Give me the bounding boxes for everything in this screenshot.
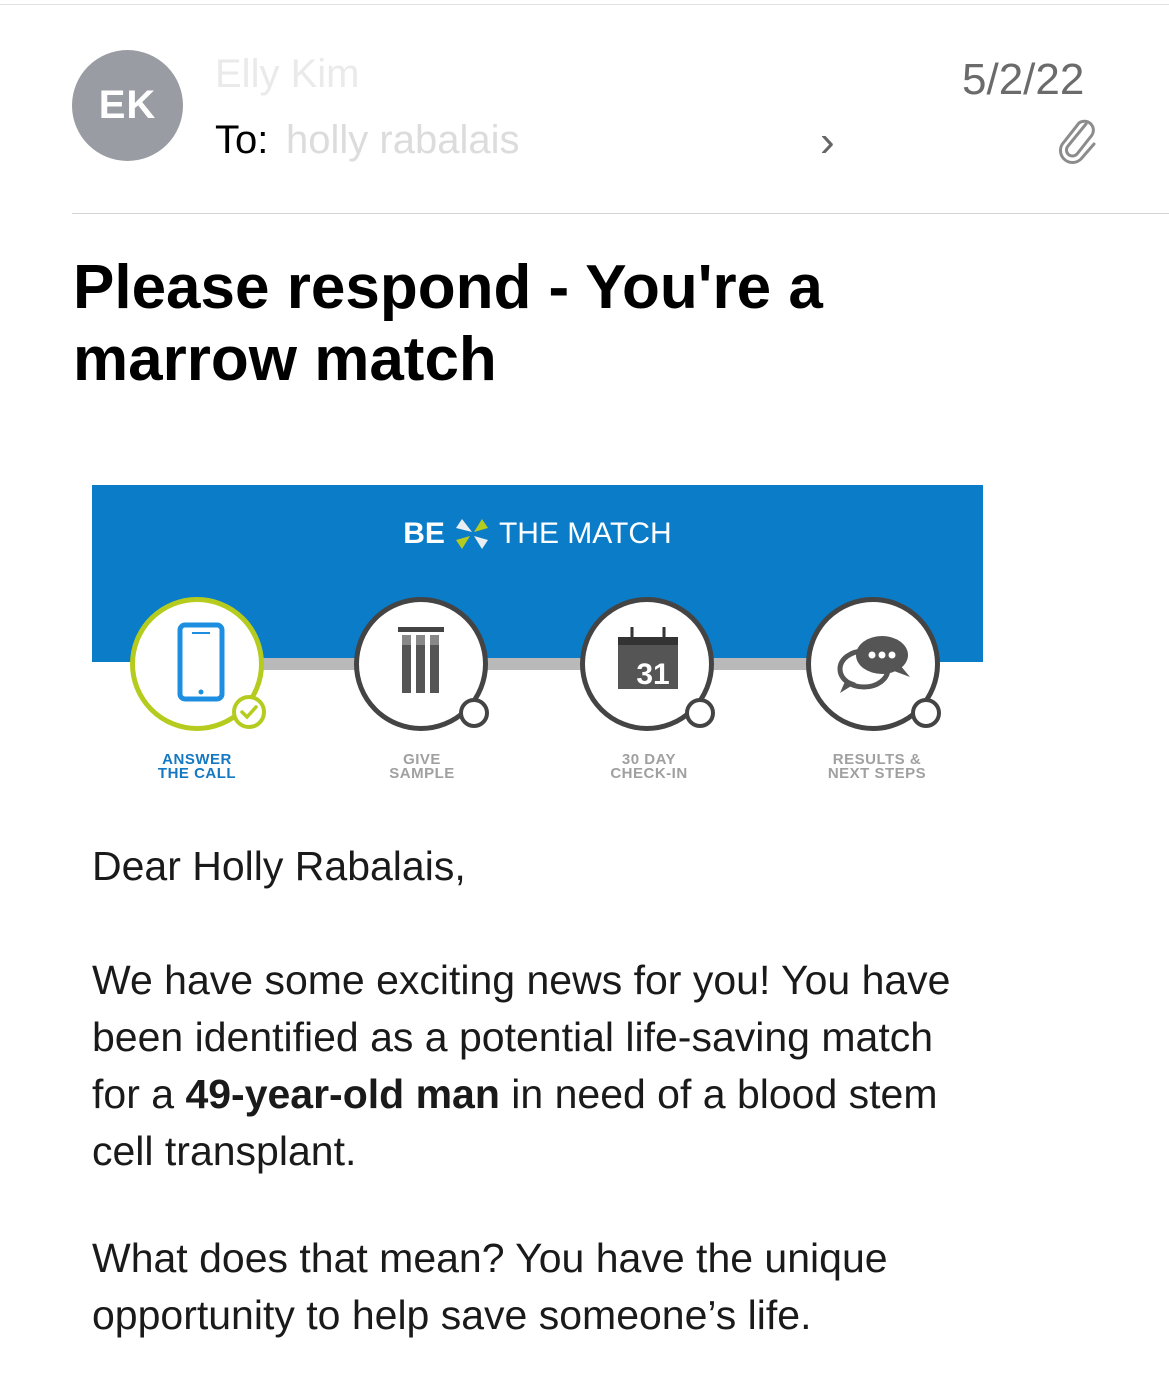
brand-the-match: THE MATCH — [498, 517, 672, 550]
avatar[interactable]: EK — [72, 50, 183, 161]
para1-bold-text: 49-year-old man — [185, 1071, 500, 1117]
step-label-line: NEXT STEPS — [827, 765, 927, 782]
check-badge-icon — [232, 695, 266, 729]
greeting: Dear Holly Rabalais, — [92, 843, 466, 889]
status-dot — [459, 698, 489, 728]
step-label-check-in: 30 DAY CHECK-IN — [564, 752, 734, 782]
step-label-answer: ANSWER THE CALL — [112, 752, 282, 782]
email-subject: Please respond - You're a marrow match — [73, 253, 823, 394]
to-label: To: — [215, 118, 269, 162]
status-dot — [685, 698, 715, 728]
step-connector — [197, 658, 887, 670]
calendar-day: 31 — [636, 658, 670, 691]
step-label-line: THE CALL — [157, 765, 237, 782]
step-give-sample-circle — [354, 597, 489, 731]
sender-name[interactable]: Elly Kim — [215, 52, 359, 97]
step-check-in-circle: 31 — [580, 597, 715, 731]
step-label-give: GIVE SAMPLE — [337, 752, 507, 782]
top-divider — [0, 4, 1169, 5]
step-results-circle — [806, 597, 941, 731]
paperclip-icon[interactable] — [1056, 116, 1102, 166]
status-dot — [911, 698, 941, 728]
body-paragraph-1: We have some exciting news for you! You … — [92, 952, 952, 1180]
step-label-results: RESULTS & NEXT STEPS — [792, 752, 962, 782]
step-label-line: SAMPLE — [389, 765, 455, 782]
brand-logo: BE THE MATCH — [92, 515, 983, 553]
email-date: 5/2/22 — [962, 55, 1085, 104]
be-the-match-banner: BE THE MATCH 31 ANSWER THE CALL GIVE SAM… — [92, 485, 983, 785]
chevron-right-icon[interactable]: › — [820, 120, 835, 164]
to-recipient[interactable]: holly rabalais — [286, 118, 519, 163]
clover-logo-icon — [455, 519, 488, 549]
body-paragraph-2: What does that mean? You have the unique… — [92, 1235, 888, 1338]
header-divider — [72, 213, 1169, 214]
step-label-line: CHECK-IN — [610, 765, 688, 782]
step-answer-call-circle — [130, 597, 266, 731]
brand-be: BE — [403, 517, 445, 550]
